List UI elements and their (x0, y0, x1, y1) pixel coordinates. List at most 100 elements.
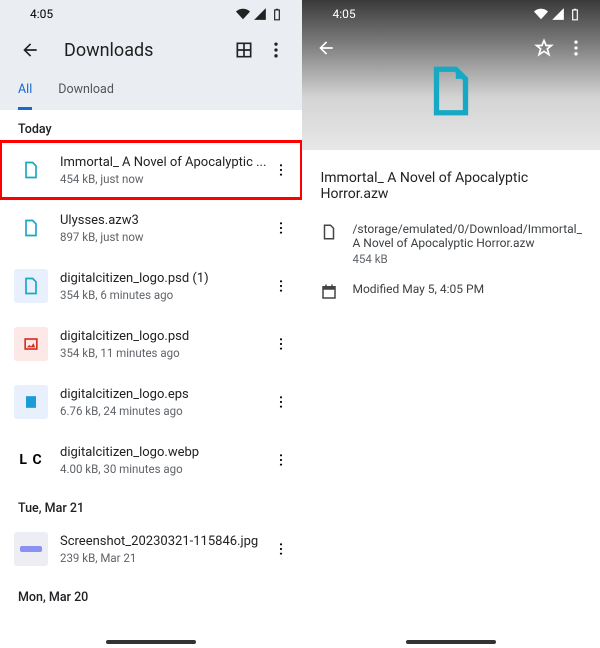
detail-path-row: /storage/emulated/0/Download/Immortal_ A… (320, 222, 582, 266)
file-meta: 354 kB, 11 minutes ago (60, 346, 266, 360)
status-bar: 4:05 (302, 0, 600, 28)
file-name: Screenshot_20230321-115846.jpg (60, 534, 266, 549)
status-icons (236, 7, 284, 21)
file-more-button[interactable] (266, 541, 296, 557)
clock: 4:05 (332, 7, 355, 21)
file-more-button[interactable] (266, 162, 296, 178)
detail-modified-row: Modified May 5, 4:05 PM (320, 282, 582, 301)
battery-icon (270, 7, 284, 21)
file-meta: 6.76 kB, 24 minutes ago (60, 404, 266, 418)
file-text: Immortal_ A Novel of Apocalyptic ... 454… (60, 155, 266, 186)
wifi-icon (534, 7, 548, 21)
detail-path: /storage/emulated/0/Download/Immortal_ A… (352, 222, 582, 250)
status-icons (534, 7, 582, 21)
back-arrow-icon (316, 38, 336, 58)
file-text: digitalcitizen_logo.eps 6.76 kB, 24 minu… (60, 387, 266, 418)
file-row[interactable]: digitalcitizen_logo.psd 354 kB, 11 minut… (0, 315, 302, 373)
tab-all[interactable]: All (18, 72, 32, 110)
file-meta: 4.00 kB, 30 minutes ago (60, 462, 266, 476)
file-row[interactable]: digitalcitizen_logo.psd (1) 354 kB, 6 mi… (0, 257, 302, 315)
signal-icon (253, 7, 267, 21)
more-vert-icon (266, 40, 286, 60)
file-type-icon: L C (14, 443, 48, 477)
more-vert-icon (273, 162, 289, 178)
back-arrow-icon (20, 40, 40, 60)
file-more-button[interactable] (266, 220, 296, 236)
more-vert-icon (273, 394, 289, 410)
back-button[interactable] (14, 34, 46, 66)
file-name: digitalcitizen_logo.webp (60, 445, 266, 460)
section-mar20: Mon, Mar 20 (0, 578, 302, 609)
file-list: Today Immortal_ A Novel of Apocalyptic .… (0, 110, 302, 648)
file-name: Immortal_ A Novel of Apocalyptic ... (60, 155, 266, 170)
nav-home-indicator[interactable] (106, 640, 196, 644)
file-meta: 239 kB, Mar 21 (60, 551, 266, 565)
file-more-button[interactable] (266, 336, 296, 352)
image-icon (21, 334, 41, 354)
wifi-icon (236, 7, 250, 21)
favorite-button[interactable] (528, 32, 560, 64)
file-name: digitalcitizen_logo.psd (1) (60, 271, 266, 286)
clock: 4:05 (30, 7, 53, 21)
detail-modified: Modified May 5, 4:05 PM (352, 282, 484, 296)
more-vert-icon (273, 336, 289, 352)
more-vert-icon (273, 452, 289, 468)
file-meta: 897 kB, just now (60, 230, 266, 244)
file-text: Screenshot_20230321-115846.jpg 239 kB, M… (60, 534, 266, 565)
document-outline-icon (320, 223, 338, 241)
document-icon (21, 276, 41, 296)
file-name: Ulysses.azw3 (60, 213, 266, 228)
file-type-icon (14, 385, 48, 419)
file-more-button[interactable] (266, 452, 296, 468)
file-row[interactable]: L C digitalcitizen_logo.webp 4.00 kB, 30… (0, 431, 302, 489)
file-row[interactable]: Immortal_ A Novel of Apocalyptic ... 454… (0, 141, 302, 199)
overflow-menu-button[interactable] (260, 34, 292, 66)
detail-file-title: Immortal_ A Novel of Apocalyptic Horror.… (320, 170, 582, 202)
document-icon (422, 62, 480, 120)
file-meta: 354 kB, 6 minutes ago (60, 288, 266, 302)
page-title: Downloads (64, 40, 228, 61)
file-type-icon (14, 211, 48, 245)
file-text: digitalcitizen_logo.psd 354 kB, 11 minut… (60, 329, 266, 360)
file-more-button[interactable] (266, 394, 296, 410)
more-vert-icon (566, 38, 586, 58)
grid-icon (234, 40, 254, 60)
file-type-icon (14, 269, 48, 303)
file-text: digitalcitizen_logo.psd (1) 354 kB, 6 mi… (60, 271, 266, 302)
file-text: digitalcitizen_logo.webp 4.00 kB, 30 min… (60, 445, 266, 476)
file-row[interactable]: Screenshot_20230321-115846.jpg 239 kB, M… (0, 520, 302, 578)
file-name: digitalcitizen_logo.eps (60, 387, 266, 402)
section-today: Today (0, 110, 302, 141)
back-button[interactable] (310, 32, 342, 64)
battery-icon (568, 7, 582, 21)
detail-content: Immortal_ A Novel of Apocalyptic Horror.… (302, 150, 600, 337)
file-type-icon (14, 153, 48, 187)
status-bar: 4:05 (0, 0, 302, 28)
hero-area: 4:05 (302, 0, 600, 150)
tab-bar: All Download (0, 72, 302, 110)
tab-download[interactable]: Download (58, 72, 114, 110)
document-icon (21, 160, 41, 180)
file-row[interactable]: Ulysses.azw3 897 kB, just now (0, 199, 302, 257)
more-vert-icon (273, 278, 289, 294)
file-details-screen: 4:05 Immortal_ A Novel of Apocalyptic Ho (302, 0, 600, 648)
nav-home-indicator[interactable] (406, 640, 496, 644)
file-row[interactable]: digitalcitizen_logo.eps 6.76 kB, 24 minu… (0, 373, 302, 431)
calendar-icon (320, 283, 338, 301)
signal-icon (551, 7, 565, 21)
file-thumbnail (14, 532, 48, 566)
file-icon (21, 392, 41, 412)
file-hero-icon (422, 62, 480, 124)
overflow-menu-button[interactable] (560, 32, 592, 64)
file-text: Ulysses.azw3 897 kB, just now (60, 213, 266, 244)
header-area: 4:05 Downloads All Download (0, 0, 302, 110)
section-mar21: Tue, Mar 21 (0, 489, 302, 520)
file-more-button[interactable] (266, 278, 296, 294)
more-vert-icon (273, 220, 289, 236)
file-type-icon (14, 327, 48, 361)
app-bar: Downloads (0, 28, 302, 72)
file-name: digitalcitizen_logo.psd (60, 329, 266, 344)
more-vert-icon (273, 541, 289, 557)
view-grid-button[interactable] (228, 34, 260, 66)
star-outline-icon (534, 38, 554, 58)
